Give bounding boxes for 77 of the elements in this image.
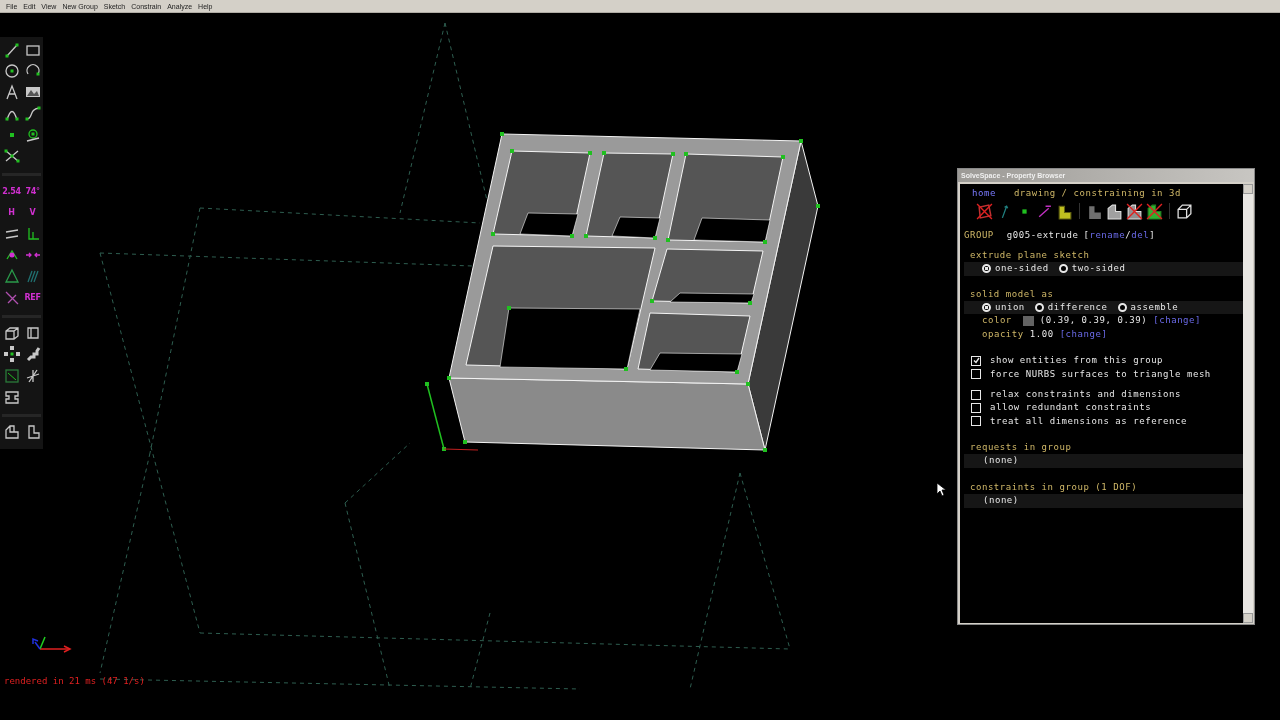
radio-button[interactable]: [1117, 303, 1127, 313]
rotate-tool-button[interactable]: [1, 343, 22, 365]
horizontal-tool-button[interactable]: H: [1, 202, 22, 224]
home-link[interactable]: home: [972, 187, 996, 201]
radio-label: assemble: [1130, 300, 1179, 314]
radio-button[interactable]: [982, 303, 991, 313]
perspective-visibility-icon[interactable]: [1176, 202, 1193, 220]
radio-label: two-sided: [1071, 262, 1126, 276]
rename-link[interactable]: rename: [1089, 229, 1126, 243]
equal-icon: [3, 268, 20, 285]
point-icon: [9, 132, 14, 137]
radio-label: difference: [1047, 300, 1108, 314]
change-link[interactable]: [change]: [1153, 314, 1202, 328]
vertical-tool-button[interactable]: V: [22, 202, 43, 224]
mouse-pointer-icon: [936, 482, 946, 497]
angle-tool-button[interactable]: 74°: [22, 180, 43, 202]
checkbox[interactable]: [971, 416, 981, 427]
radio-button[interactable]: [1058, 264, 1068, 274]
checkbox-label: relax constraints and dimensions: [990, 387, 1181, 401]
circle-icon: [3, 62, 20, 79]
group-name: g005-extrude: [1006, 229, 1079, 243]
sketch-plane-icon: [3, 367, 20, 384]
checkbox[interactable]: [971, 403, 981, 413]
page-heading: drawing / constraining in 3d: [1013, 187, 1181, 200]
delete-link[interactable]: del: [1131, 229, 1150, 243]
reference-tool-button[interactable]: REF: [22, 287, 43, 309]
lathe-icon: [24, 325, 41, 342]
distance-tool-button[interactable]: 2.54: [1, 180, 22, 202]
color-value: (0.39, 0.39, 0.39): [1039, 314, 1148, 328]
section-heading: requests in group: [970, 441, 1072, 455]
section-heading: solid model as: [970, 287, 1054, 301]
outlines-visibility-icon[interactable]: [1126, 202, 1143, 220]
arc-icon: [24, 62, 41, 79]
checkbox-label: show entities from this group: [990, 354, 1164, 368]
color-swatch: [1022, 316, 1034, 327]
checkbox-label: allow redundant constraints: [990, 401, 1152, 415]
radio-label: one-sided: [995, 262, 1049, 276]
checkbox[interactable]: [971, 369, 981, 380]
workplane-visibility-icon[interactable]: [976, 202, 993, 220]
section-heading: constraints in group (1 DOF): [970, 480, 1138, 494]
list-entry: (none): [983, 454, 1019, 468]
checkbox[interactable]: [971, 389, 981, 400]
checkbox-label: force NURBS surfaces to triangle mesh: [990, 367, 1211, 381]
radio-label: union: [995, 300, 1025, 314]
spline-icon: [24, 105, 41, 122]
line-icon: [3, 41, 20, 58]
axis-icon: [32, 636, 72, 653]
opacity-value: 1.00: [1029, 327, 1054, 341]
workplane-icon: [24, 126, 41, 143]
change-link[interactable]: [change]: [1059, 327, 1108, 342]
assemble-icon: [3, 388, 20, 405]
section-heading: extrude plane sketch: [970, 248, 1090, 262]
rotate-icon: [3, 346, 20, 363]
step-solid-icon: [3, 424, 20, 441]
group-label: GROUP: [964, 229, 994, 243]
list-entry: (none): [983, 494, 1019, 508]
radio-button[interactable]: [1034, 303, 1044, 313]
other-icon: [3, 289, 20, 306]
checkbox-label: treat all dimensions as reference: [990, 414, 1187, 428]
edges-visibility-icon[interactable]: [1106, 202, 1123, 220]
slash-text: /: [1125, 229, 1132, 243]
checkbox[interactable]: [971, 355, 981, 366]
bracket-text: ]: [1149, 229, 1156, 243]
bracket-text: [: [1083, 229, 1090, 243]
render-status: rendered in 21 ms (47 1/s): [4, 676, 145, 686]
extrude-icon: [3, 325, 20, 342]
opacity-label: opacity: [982, 327, 1024, 341]
text-icon: [3, 84, 20, 101]
sketch-3d-icon: [24, 367, 41, 384]
color-label: color: [982, 314, 1012, 328]
scrollbar[interactable]: [1243, 184, 1253, 623]
split-icon: [3, 148, 20, 164]
mesh-visibility-icon[interactable]: [1146, 202, 1163, 220]
translate-icon: [24, 346, 41, 363]
constraint-visibility-icon[interactable]: [1036, 202, 1053, 220]
symmetric-icon: [24, 268, 41, 285]
radio-button[interactable]: [982, 264, 991, 274]
